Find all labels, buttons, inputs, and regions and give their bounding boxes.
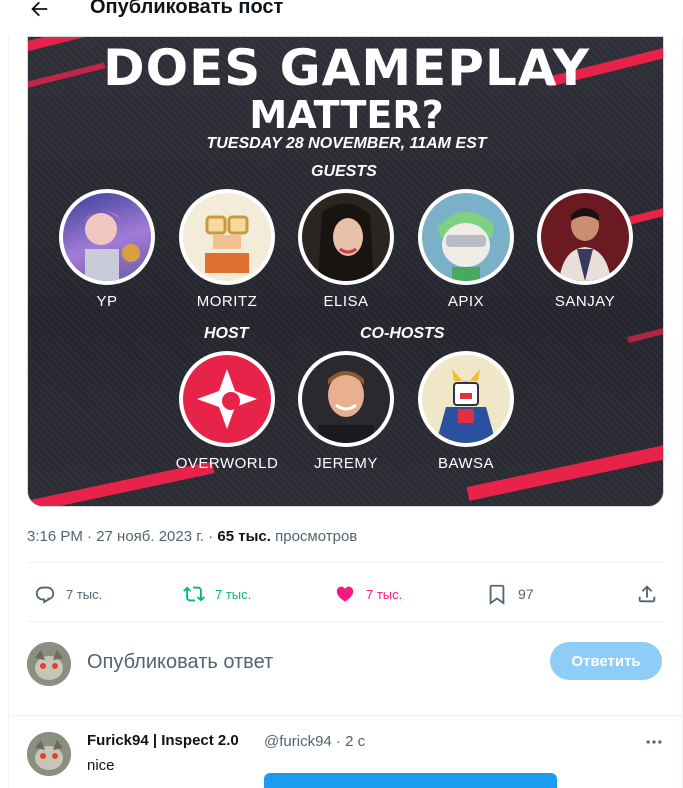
guest-apix: APIX <box>411 189 521 310</box>
reply-input[interactable] <box>87 648 527 676</box>
reply-action[interactable]: 7 тыс. <box>34 582 102 606</box>
post-image[interactable]: DOES GAMEPLAY MATTER? TUESDAY 28 NOVEMBE… <box>27 36 664 507</box>
guests-label: GUESTS <box>311 163 377 180</box>
reply-icon <box>35 586 55 604</box>
guest-elisa: ELISA <box>291 189 401 310</box>
more-icon[interactable] <box>644 732 664 752</box>
page-title: Опубликовать пост <box>90 0 284 18</box>
post-meta: 3:16 PM · 27 нояб. 2023 г. · 65 тыс. про… <box>27 528 357 545</box>
repost-count: 7 тыс. <box>215 586 252 602</box>
host-label: HOST <box>204 325 249 342</box>
divider <box>27 621 664 622</box>
repost-action[interactable]: 7 тыс. <box>183 582 251 606</box>
repost-icon <box>183 586 205 602</box>
share-action[interactable] <box>636 582 658 606</box>
bookmark-icon <box>489 584 505 605</box>
like-count: 7 тыс. <box>366 586 403 602</box>
guest-sanjay: SANJAY <box>530 189 640 310</box>
post-timestamp[interactable]: 3:16 PM · 27 нояб. 2023 г. · <box>27 528 217 545</box>
user-avatar[interactable] <box>27 642 71 686</box>
avatar <box>59 189 155 285</box>
avatar <box>537 189 633 285</box>
guest-yp: YP <box>52 189 162 310</box>
cohost-name: JEREMY <box>314 455 378 472</box>
host-name: OVERWORLD <box>175 455 279 472</box>
reply-count: 7 тыс. <box>66 586 103 602</box>
header: Опубликовать пост <box>0 0 683 36</box>
reply-author-handle[interactable]: @furick94 · 2 с <box>264 733 365 750</box>
host-overworld: OVERWORLD <box>172 351 282 472</box>
reply-text: nice <box>87 757 115 774</box>
arrow-left-icon[interactable] <box>28 0 50 20</box>
like-action[interactable]: 7 тыс. <box>334 582 402 606</box>
guest-name: YP <box>96 293 118 310</box>
avatar <box>298 189 394 285</box>
poster-headline: DOES GAMEPLAY <box>103 39 590 97</box>
cohost-bawsa: BAWSA <box>411 351 521 472</box>
guest-moritz: MORITZ <box>172 189 282 310</box>
divider <box>9 715 682 716</box>
guest-name: APIX <box>447 293 485 310</box>
reply-author-avatar[interactable] <box>27 732 71 776</box>
views-label: просмотров <box>270 528 358 545</box>
cohosts-label: CO-HOSTS <box>360 325 445 342</box>
views-count: 65 тыс. <box>217 528 271 545</box>
reply-author-name[interactable]: Furick94 | Inspect 2.0 <box>87 732 239 749</box>
bookmark-count: 97 <box>518 586 534 602</box>
cohost-name: BAWSA <box>437 455 495 472</box>
bookmark-action[interactable]: 97 <box>486 582 534 606</box>
poster-date: TUESDAY 28 NOVEMBER, 11AM EST <box>206 135 487 152</box>
guest-name: SANJAY <box>554 293 616 310</box>
poster-headline-2: MATTER? <box>249 93 444 137</box>
avatar <box>418 189 514 285</box>
share-icon <box>638 585 656 603</box>
cohost-jeremy: JEREMY <box>291 351 401 472</box>
guest-name: MORITZ <box>196 293 258 310</box>
divider <box>27 562 664 563</box>
overworld-logo <box>179 351 275 447</box>
avatar <box>179 189 275 285</box>
heart-icon <box>336 586 354 602</box>
reply-button[interactable]: Ответить <box>550 642 662 680</box>
guest-name: ELISA <box>323 293 369 310</box>
avatar <box>418 351 514 447</box>
avatar <box>298 351 394 447</box>
new-posts-button[interactable] <box>264 773 557 788</box>
